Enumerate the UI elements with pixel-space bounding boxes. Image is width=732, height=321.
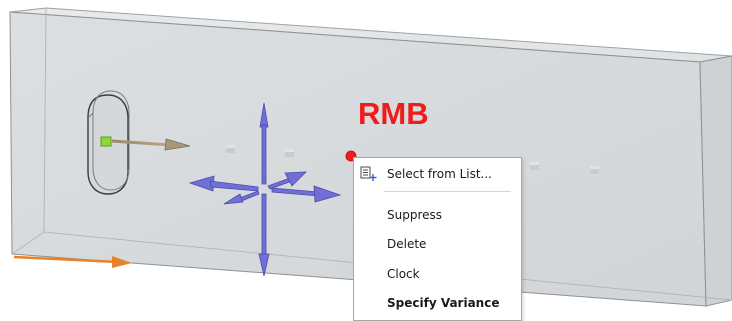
menu-item-clock[interactable]: Clock: [354, 262, 521, 286]
rmb-annotation: RMB: [358, 96, 429, 131]
pattern-point[interactable]: [226, 145, 235, 153]
menu-item-label: Specify Variance: [387, 296, 500, 310]
selected-point-marker[interactable]: [100, 136, 112, 147]
menu-item-label: Suppress: [387, 208, 443, 222]
menu-item-select-from-list[interactable]: Select from List...: [354, 162, 521, 186]
select-list-icon: [360, 166, 377, 181]
menu-item-label: Delete: [387, 237, 427, 251]
menu-item-label: Select from List...: [387, 167, 492, 181]
context-menu: Select from List... Suppress Delete Cloc…: [353, 157, 522, 321]
pattern-point[interactable]: [590, 166, 599, 174]
menu-item-delete[interactable]: Delete: [354, 232, 521, 256]
menu-item-label: Clock: [387, 267, 420, 281]
pattern-point[interactable]: [285, 149, 294, 157]
menu-item-specify-variance[interactable]: Specify Variance: [354, 291, 521, 315]
pattern-point[interactable]: [530, 162, 539, 170]
menu-separator: [384, 191, 511, 192]
menu-item-suppress[interactable]: Suppress: [354, 203, 521, 227]
